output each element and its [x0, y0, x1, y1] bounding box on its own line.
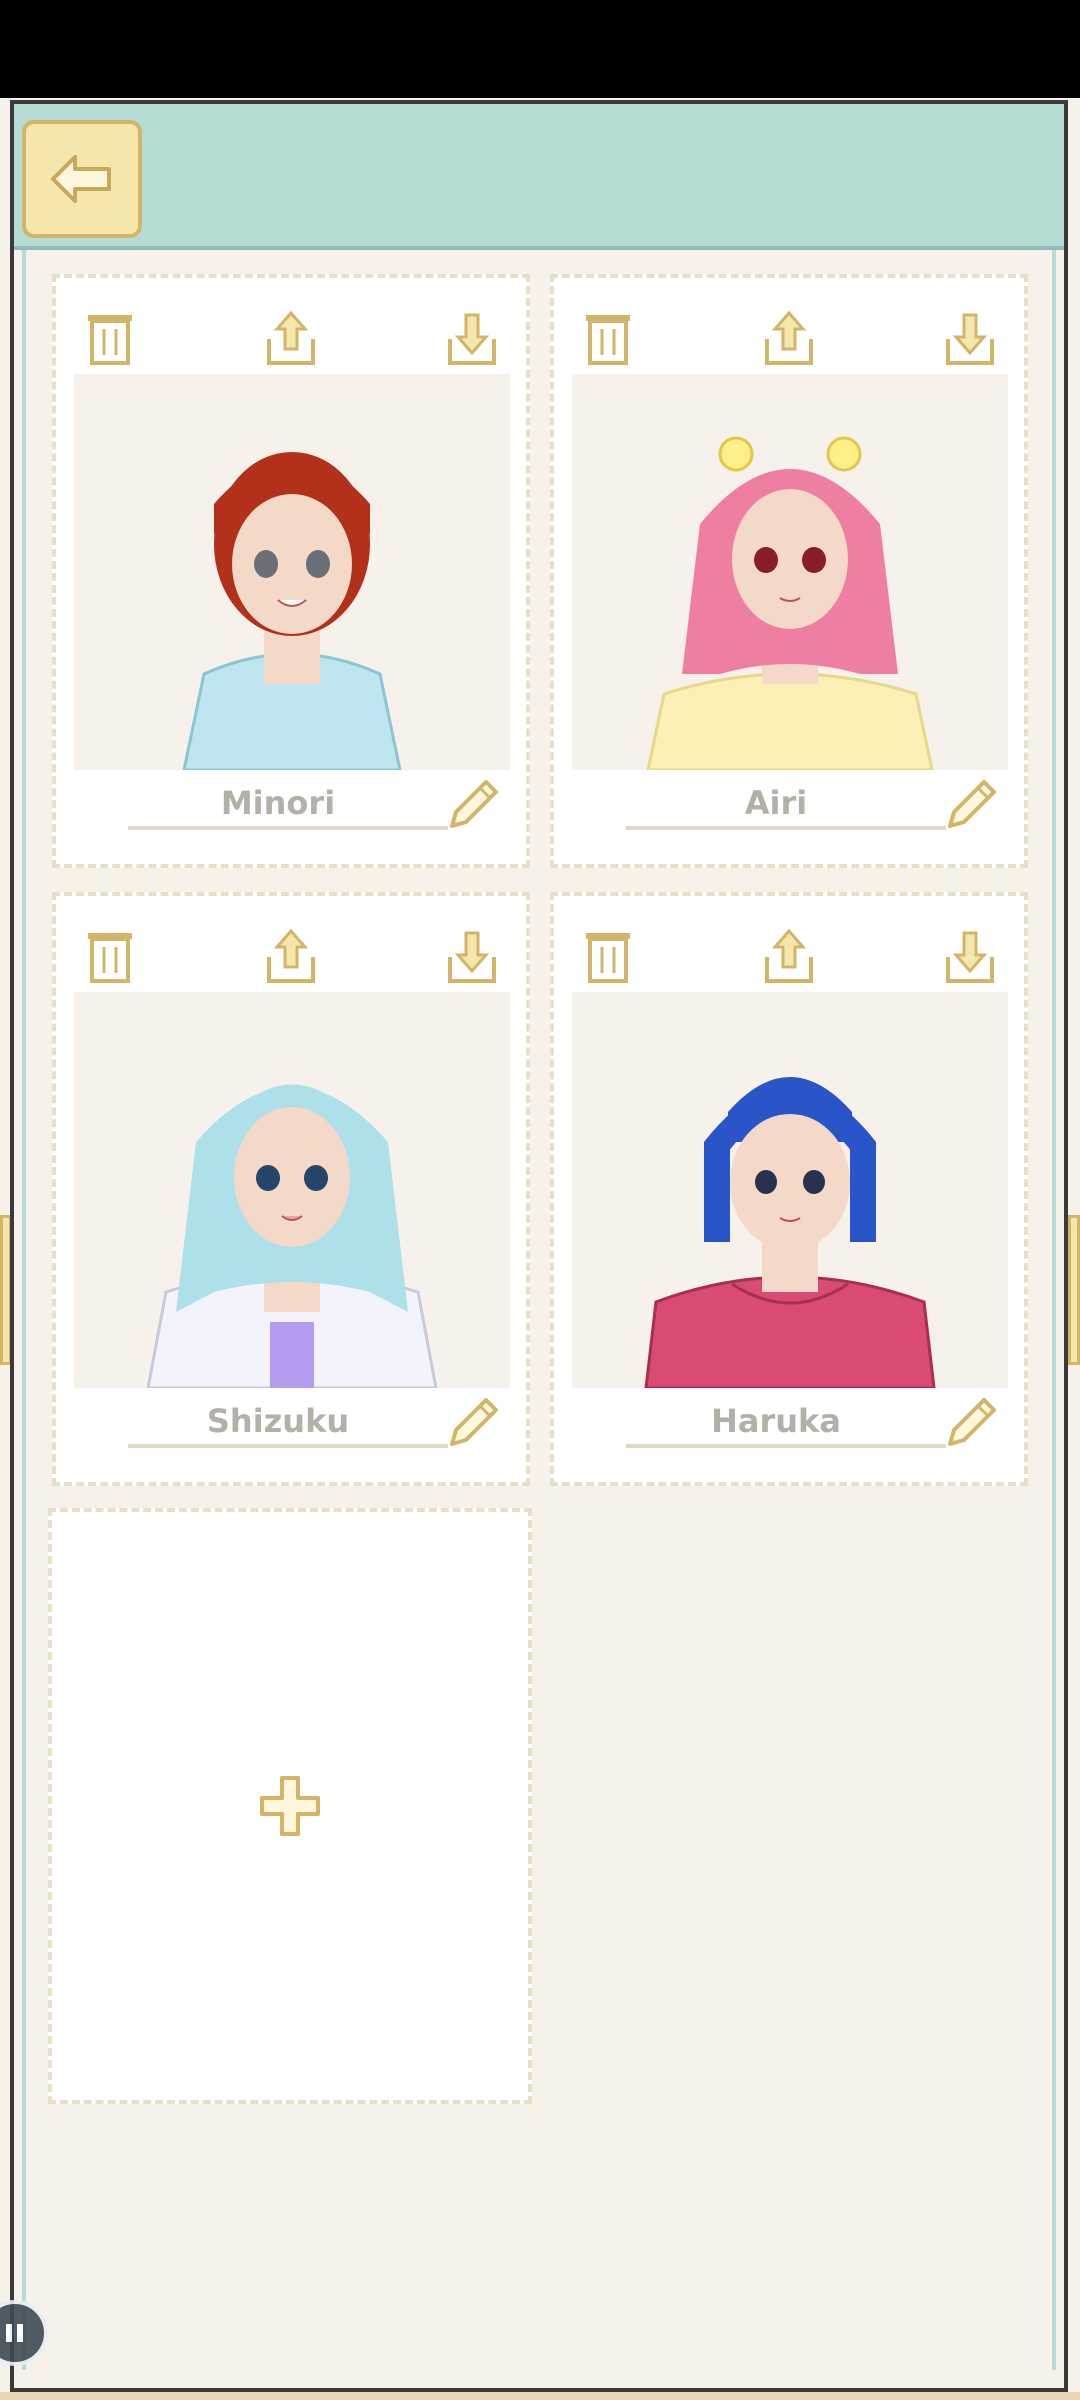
edit-button[interactable]: [440, 774, 504, 838]
trash-icon[interactable]: [78, 920, 142, 990]
name-underline: [128, 1444, 448, 1448]
add-character-card[interactable]: [48, 1508, 532, 2104]
character-portrait[interactable]: [74, 374, 510, 770]
character-name: Airi: [744, 784, 808, 822]
bottom-decoration: [0, 2392, 1080, 2400]
name-underline: [128, 826, 448, 830]
trash-icon[interactable]: [78, 302, 142, 372]
edit-button[interactable]: [440, 1392, 504, 1456]
status-bar: [0, 0, 1080, 98]
character-name: Minori: [220, 784, 336, 822]
upload-icon[interactable]: [757, 920, 821, 990]
pencil-icon: [948, 780, 996, 828]
name-underline: [626, 1444, 946, 1448]
character-card: Haruka: [550, 892, 1028, 1486]
edit-button[interactable]: [938, 774, 1002, 838]
upload-icon[interactable]: [259, 302, 323, 372]
edit-button[interactable]: [938, 1392, 1002, 1456]
upload-icon[interactable]: [259, 920, 323, 990]
right-side-tab: [1068, 1215, 1080, 1365]
name-underline: [626, 826, 946, 830]
character-portrait[interactable]: [572, 374, 1008, 770]
plus-icon: [258, 1774, 322, 1838]
pause-icon: [6, 2324, 23, 2342]
character-name: Shizuku: [206, 1402, 350, 1440]
pencil-icon: [450, 1398, 498, 1446]
character-name: Haruka: [711, 1402, 841, 1440]
download-icon[interactable]: [938, 302, 1002, 372]
character-portrait[interactable]: [74, 992, 510, 1388]
download-icon[interactable]: [938, 920, 1002, 990]
download-icon[interactable]: [440, 920, 504, 990]
header-bar: [14, 104, 1064, 250]
character-portrait[interactable]: [572, 992, 1008, 1388]
trash-icon[interactable]: [576, 920, 640, 990]
arrow-left-icon: [51, 155, 111, 203]
upload-icon[interactable]: [757, 302, 821, 372]
character-card: Minori: [52, 274, 530, 868]
character-card: Airi: [550, 274, 1028, 868]
back-button[interactable]: [22, 120, 142, 238]
download-icon[interactable]: [440, 302, 504, 372]
trash-icon[interactable]: [576, 302, 640, 372]
character-card: Shizuku: [52, 892, 530, 1486]
pencil-icon: [450, 780, 498, 828]
pencil-icon: [948, 1398, 996, 1446]
